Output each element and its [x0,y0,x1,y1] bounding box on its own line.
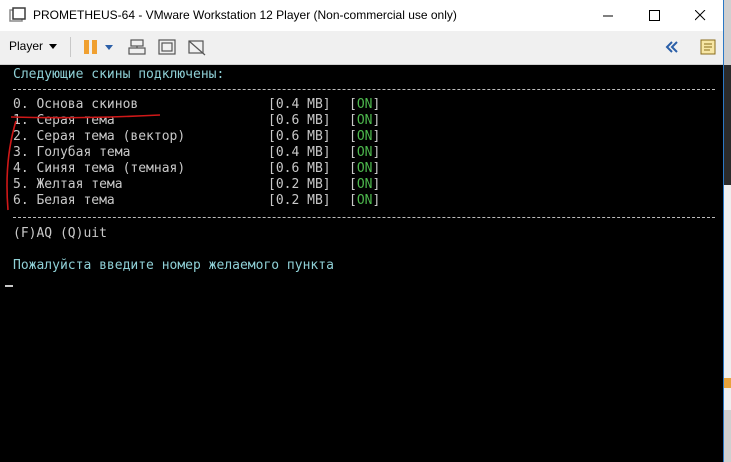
skin-size: [0.2 MB] [268,193,331,208]
chevron-down-icon [49,43,58,49]
red-annotation-marks [6,114,161,211]
window-title: PROMETHEUS-64 - VMware Workstation 12 Pl… [33,8,457,22]
title-bar[interactable]: PROMETHEUS-64 - VMware Workstation 12 Pl… [0,0,723,31]
status-bracket-open: [ [349,161,357,176]
pause-icon[interactable] [82,38,102,56]
maximize-icon [648,10,660,21]
status-bracket-open: [ [349,129,357,144]
skin-size: [0.6 MB] [268,113,331,128]
text-cursor [5,285,13,287]
skin-status: [ON] [349,193,380,209]
status-bracket-open: [ [349,177,357,192]
menu-options: (F)AQ (Q)uit [13,226,107,241]
skin-status: [ON] [349,113,380,129]
status-bracket-close: ] [372,161,381,176]
vm-console[interactable]: Следующие скины подключены: 0. Основа ск… [0,65,723,462]
skin-size: [0.2 MB] [268,177,331,192]
status-value: ON [356,177,373,192]
minimize-button[interactable] [585,0,631,31]
input-prompt: Пожалуйста введите номер желаемого пункт… [13,258,334,273]
background-window-edge [724,0,731,462]
skin-size: [0.6 MB] [268,161,331,176]
status-bracket-open: [ [349,193,357,208]
skin-size: [0.6 MB] [268,129,331,144]
skin-size: [0.4 MB] [268,97,331,112]
status-bracket-open: [ [349,113,357,128]
status-value: ON [356,97,373,112]
send-ctrl-alt-del-icon[interactable] [127,38,147,56]
skin-status: [ON] [349,145,380,161]
skin-status: [ON] [349,161,380,177]
notes-icon[interactable] [698,38,718,56]
status-value: ON [356,193,373,208]
status-bracket-close: ] [372,97,381,112]
skin-size: [0.4 MB] [268,145,331,160]
status-bracket-close: ] [372,177,381,192]
close-icon [694,10,705,21]
status-bracket-close: ] [372,145,381,160]
maximize-button[interactable] [631,0,677,31]
minimize-icon [602,15,613,17]
status-value: ON [356,145,373,160]
status-bracket-close: ] [372,129,381,144]
skin-status: [ON] [349,129,380,145]
collapse-icon[interactable] [665,38,679,56]
status-bracket-open: [ [349,145,357,160]
toolbar: Player [0,31,723,65]
player-menu-button[interactable]: Player [9,39,58,53]
fit-guest-icon[interactable] [157,38,177,56]
vmware-app-icon [9,7,26,22]
vmware-window: PROMETHEUS-64 - VMware Workstation 12 Pl… [0,0,724,462]
close-button[interactable] [677,0,723,31]
status-bracket-open: [ [349,97,357,112]
unity-icon[interactable] [187,38,207,56]
player-menu-label: Player [9,39,44,53]
status-value: ON [356,129,373,144]
skin-status: [ON] [349,97,380,113]
pause-dropdown-icon[interactable] [104,38,114,56]
status-value: ON [356,161,373,176]
status-bracket-close: ] [372,113,381,128]
status-bracket-close: ] [372,193,381,208]
status-value: ON [356,113,373,128]
skin-status: [ON] [349,177,380,193]
toolbar-separator [70,37,71,57]
